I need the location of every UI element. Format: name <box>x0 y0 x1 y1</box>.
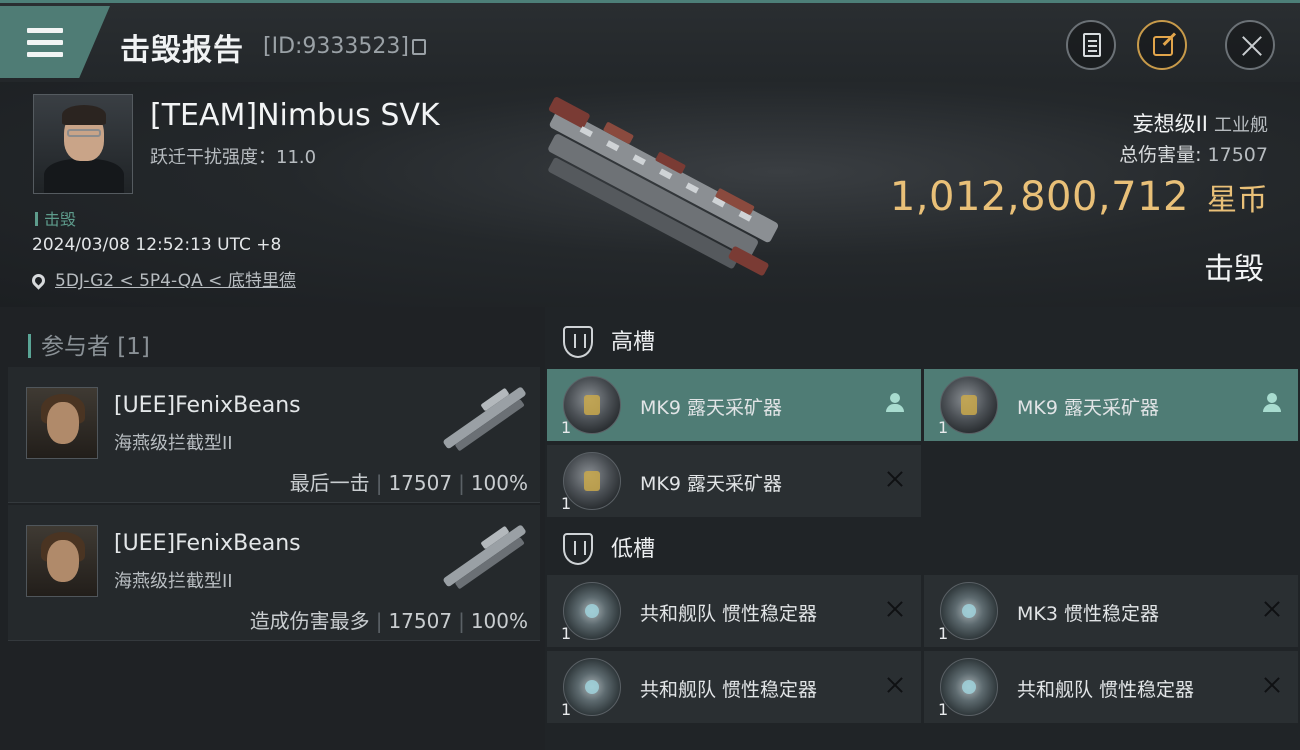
item-quantity: 1 <box>938 700 949 719</box>
x-icon <box>1260 597 1284 621</box>
item-quantity: 1 <box>561 700 572 719</box>
attacker-ship: 海燕级拦截型II <box>114 571 233 592</box>
attacker-ship: 海燕级拦截型II <box>114 433 233 454</box>
attacker-ship-image <box>443 525 526 589</box>
attacker-role: 最后一击 <box>289 471 370 495</box>
item-quantity: 1 <box>938 624 949 643</box>
warp-scramble-strength: 跃迁干扰强度：11.0 <box>150 147 317 168</box>
low-slot-item[interactable]: 1 MK3 惯性稳定器 <box>924 575 1298 647</box>
high-slot-item[interactable]: 1 MK9 露天采矿器 <box>547 369 921 441</box>
high-slot-item[interactable]: 1 MK9 露天采矿器 <box>547 445 921 517</box>
page-title: 击毁报告 <box>120 33 244 68</box>
item-name: 共和舰队 惯性稳定器 <box>640 679 818 701</box>
low-slots-header: 低槽 <box>563 531 655 565</box>
item-name: MK9 露天采矿器 <box>1017 397 1159 419</box>
attacker-row[interactable]: [UEE]FenixBeans 海燕级拦截型II 最后一击 | 17507 | 100% <box>8 367 540 503</box>
x-icon <box>883 597 907 621</box>
participants-panel: 参与者 [1] [UEE]FenixBeans 海燕级拦截型II 最后一击 | 17… <box>0 307 545 750</box>
victim-portrait[interactable] <box>33 94 133 194</box>
item-quantity: 1 <box>938 418 949 437</box>
location-link[interactable]: 5DJ-G2 < 5P4-QA < 底特里德 <box>29 266 296 291</box>
high-slots-title: 高槽 <box>611 330 656 355</box>
attacker-stats: 最后一击 | 17507 | 100% <box>289 471 528 495</box>
inertial-stabilizer-icon <box>563 658 621 716</box>
attacker-row[interactable]: [UEE]FenixBeans 海燕级拦截型II 造成伤害最多 | 17507 | 10… <box>8 505 540 641</box>
inertial-stabilizer-icon <box>563 582 621 640</box>
x-icon <box>883 467 907 491</box>
x-icon <box>883 673 907 697</box>
ship-class-name: 妄想级II <box>1132 112 1208 136</box>
item-name: 共和舰队 惯性稳定器 <box>1017 679 1195 701</box>
low-slots-title: 低槽 <box>611 537 656 562</box>
item-name: MK9 露天采矿器 <box>640 473 782 495</box>
total-damage-value: 17507 <box>1207 144 1268 166</box>
person-icon <box>1260 391 1284 415</box>
attacker-role: 造成伤害最多 <box>249 609 370 633</box>
item-name: MK9 露天采矿器 <box>640 397 782 419</box>
status-badge: 击毁 <box>35 206 76 230</box>
kill-result: 击毁 <box>1204 252 1264 287</box>
clipboard-button[interactable] <box>1066 20 1116 70</box>
inertial-stabilizer-icon <box>940 658 998 716</box>
high-slot-item[interactable]: 1 MK9 露天采矿器 <box>924 369 1298 441</box>
isk-amount: 1,012,800,712 <box>889 174 1189 220</box>
attacker-name: [UEE]FenixBeans <box>114 393 301 418</box>
report-id[interactable]: [ID:9333523] <box>263 34 426 59</box>
slot-shield-icon <box>563 533 593 565</box>
menu-button[interactable] <box>0 6 110 78</box>
attacker-ship-image <box>443 387 526 451</box>
item-name: 共和舰队 惯性稳定器 <box>640 603 818 625</box>
attacker-percent: 100% <box>470 609 528 633</box>
mining-laser-icon <box>563 452 621 510</box>
low-slot-item[interactable]: 1 共和舰队 惯性稳定器 <box>924 651 1298 723</box>
ship-type: 工业舰 <box>1214 115 1268 136</box>
inertial-stabilizer-icon <box>940 582 998 640</box>
top-bar: 击毁报告 [ID:9333523] <box>0 0 1300 82</box>
person-icon <box>883 391 907 415</box>
location-text: 5DJ-G2 < 5P4-QA < 底特里德 <box>55 271 296 291</box>
avatar[interactable] <box>26 525 98 597</box>
mining-laser-icon <box>563 376 621 434</box>
isk-unit: 星币 <box>1207 183 1268 218</box>
kill-timestamp: 2024/03/08 12:52:13 UTC +8 <box>32 235 282 255</box>
share-button[interactable] <box>1137 20 1187 70</box>
report-id-text: [ID:9333523] <box>263 34 409 59</box>
attacker-damage: 17507 <box>388 471 453 495</box>
x-icon <box>1260 673 1284 697</box>
attacker-damage: 17507 <box>388 609 453 633</box>
victim-summary: [TEAM]Nimbus SVK 跃迁干扰强度：11.0 击毁 2024/03/… <box>0 82 1300 307</box>
victim-name[interactable]: [TEAM]Nimbus SVK <box>150 98 440 133</box>
isk-value: 1,012,800,712 星币 <box>890 174 1268 220</box>
attacker-percent: 100% <box>470 471 528 495</box>
avatar[interactable] <box>26 387 98 459</box>
mining-laser-icon <box>940 376 998 434</box>
ship-class[interactable]: 妄想级II 工业舰 <box>1133 108 1268 138</box>
close-button[interactable] <box>1225 20 1275 70</box>
clipboard-icon <box>1083 33 1101 57</box>
item-name: MK3 惯性稳定器 <box>1017 603 1159 625</box>
location-pin-icon <box>29 271 48 290</box>
attacker-name: [UEE]FenixBeans <box>114 531 301 556</box>
item-quantity: 1 <box>561 624 572 643</box>
item-quantity: 1 <box>561 418 572 437</box>
slot-shield-icon <box>563 326 593 358</box>
item-quantity: 1 <box>561 494 572 513</box>
low-slot-item[interactable]: 1 共和舰队 惯性稳定器 <box>547 575 921 647</box>
hamburger-menu-icon <box>27 28 63 64</box>
participants-title: 参与者 [1] <box>28 327 150 361</box>
fitting-panel: 高槽 1 MK9 露天采矿器 1 MK9 露天采矿器 1 MK9 露天采矿器 低… <box>545 307 1300 750</box>
total-damage-label: 总伤害量: <box>1119 144 1202 166</box>
copy-icon[interactable] <box>412 39 426 55</box>
high-slots-header: 高槽 <box>563 324 655 358</box>
attacker-stats: 造成伤害最多 | 17507 | 100% <box>249 609 528 633</box>
low-slot-item[interactable]: 1 共和舰队 惯性稳定器 <box>547 651 921 723</box>
ship-image <box>548 97 779 276</box>
total-damage: 总伤害量: 17507 <box>1119 140 1268 167</box>
